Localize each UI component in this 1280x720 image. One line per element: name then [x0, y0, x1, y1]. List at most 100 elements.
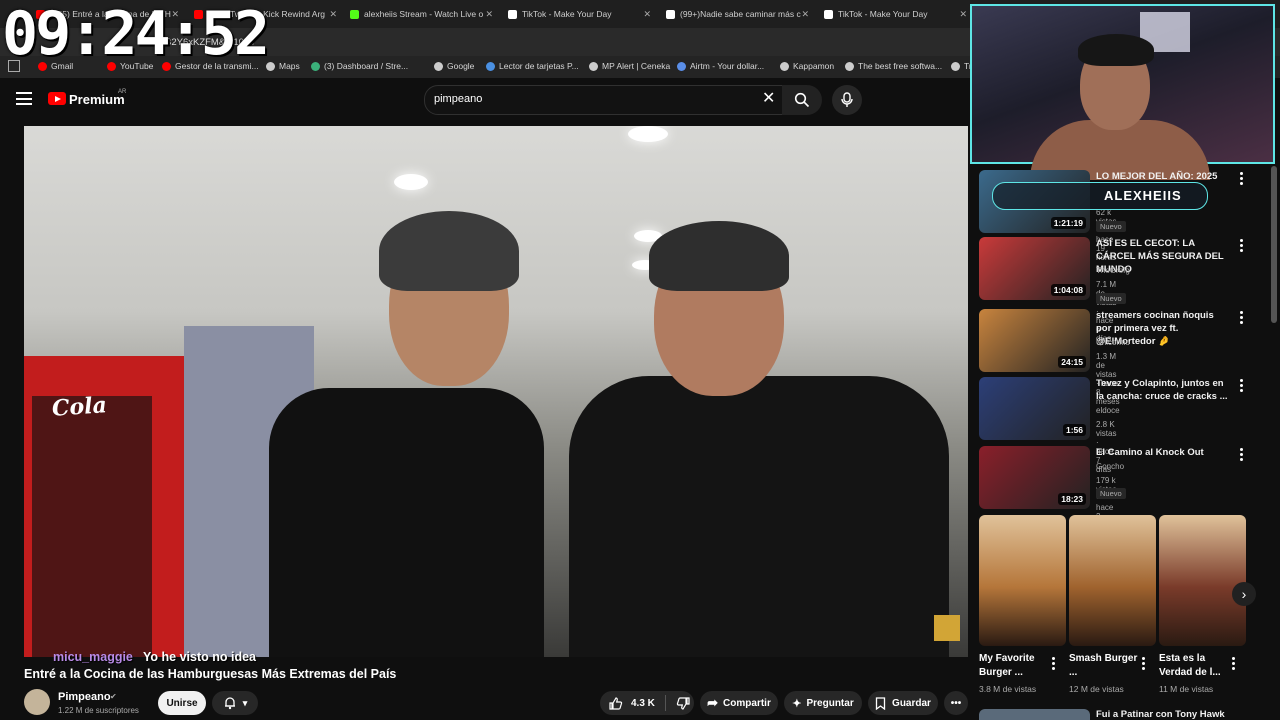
premium-logo-text[interactable]: Premium [69, 92, 125, 107]
short-title[interactable]: Smash Burger ... [1069, 652, 1139, 680]
fridge-brand-logo: Cola [51, 392, 108, 422]
chat-message: Yo he visto no idea [143, 650, 256, 664]
bookmark-item[interactable]: Lector de tarjetas P... [486, 61, 579, 71]
shorts-next-button[interactable]: › [1232, 582, 1256, 606]
youtube-logo-icon[interactable] [48, 92, 66, 105]
short-thumbnail[interactable] [1159, 515, 1246, 646]
more-vert-icon[interactable] [1240, 311, 1243, 326]
channel-name[interactable]: Pimpeano [58, 691, 111, 703]
more-vert-icon[interactable] [1240, 379, 1243, 394]
channel-name[interactable]: Unicornio [1096, 338, 1130, 347]
bookmark-favicon-icon [266, 61, 275, 71]
more-vert-icon[interactable] [1052, 657, 1055, 672]
bookmark-item[interactable]: (3) Dashboard / Stre... [311, 61, 408, 71]
thumbs-up-icon [609, 696, 623, 710]
more-vert-icon[interactable] [1240, 172, 1243, 187]
next-video-title[interactable]: Fui a Patinar con Tony Hawk [1096, 709, 1225, 720]
bookmark-item[interactable]: The best free softwa... [845, 61, 942, 71]
tab-close-icon[interactable]: ✕ [959, 9, 967, 20]
video-duration: 1:56 [1062, 424, 1086, 436]
join-button[interactable]: Unirse [158, 691, 206, 715]
notifications-button[interactable]: ▾ [212, 691, 258, 715]
short-thumbnail[interactable] [979, 515, 1066, 646]
tab-favicon-icon [508, 9, 517, 19]
hamburger-menu-icon[interactable] [16, 92, 32, 105]
channel-name[interactable]: TheGrefg [1096, 266, 1130, 275]
voice-search-button[interactable] [832, 85, 862, 115]
chevron-down-icon: ▾ [242, 697, 248, 708]
bookmark-item[interactable]: Maps [266, 61, 300, 71]
bookmark-item[interactable]: MP Alert | Ceneka [589, 61, 670, 71]
chat-username: micu_maggie [53, 650, 133, 664]
new-badge: Nuevo [1096, 221, 1126, 232]
more-vert-icon[interactable] [1232, 657, 1235, 672]
channel-name[interactable]: Goncho [1096, 462, 1124, 471]
bookmark-label: (3) Dashboard / Stre... [324, 61, 409, 71]
browser-tab[interactable]: alexheiis Stream - Watch Live o ✕ [342, 4, 497, 24]
search-button[interactable] [782, 85, 822, 115]
bookmark-item[interactable]: Airtm - Your dollar... [677, 61, 764, 71]
video-thumbnail[interactable]: 18:23 [979, 446, 1090, 509]
like-dislike-divider [664, 695, 666, 711]
bookmark-item[interactable]: Tr [951, 61, 972, 71]
tab-favicon-icon [350, 9, 359, 19]
hairnet-right [649, 221, 789, 291]
ceiling-light [394, 174, 428, 190]
bookmark-favicon-icon [434, 61, 443, 71]
bookmark-label: Airtm - Your dollar... [690, 61, 765, 71]
bookmark-favicon-icon [845, 61, 854, 71]
bookmark-label: Kappamon [793, 61, 835, 71]
video-player[interactable]: Cola [24, 126, 968, 657]
stream-sticker [934, 615, 960, 641]
country-code: AR [118, 89, 127, 95]
bookmark-item[interactable]: Google [434, 61, 474, 71]
like-button[interactable]: 4.3 K [600, 691, 694, 715]
tab-title: (99+)Nadie sabe caminar más c [680, 9, 801, 19]
video-thumbnail[interactable]: 1:56 [979, 377, 1090, 440]
share-button[interactable]: ➦ Compartir [700, 691, 778, 715]
more-vert-icon[interactable] [1240, 239, 1243, 254]
channel-avatar[interactable] [24, 689, 50, 715]
browser-tab[interactable]: TikTok - Make Your Day ✕ [500, 4, 655, 24]
tab-close-icon[interactable]: ✕ [329, 9, 337, 20]
new-badge: Nuevo [1096, 293, 1126, 304]
bookmark-favicon-icon [780, 61, 789, 71]
stream-clock-overlay: 09:24:52 [2, 0, 270, 69]
tab-close-icon[interactable]: ✕ [643, 9, 651, 20]
next-video-thumbnail[interactable] [979, 709, 1090, 720]
fridge-glass [32, 396, 152, 657]
clear-search-icon[interactable]: ✕ [762, 91, 775, 107]
short-title[interactable]: Esta es la Verdad de l... [1159, 652, 1229, 680]
sidebar-scrollbar[interactable] [1271, 166, 1277, 323]
thumbs-down-icon[interactable] [676, 696, 691, 711]
more-actions-button[interactable]: ••• [944, 691, 968, 715]
tab-title: TikTok - Make Your Day [838, 9, 928, 19]
more-vert-icon[interactable] [1142, 657, 1145, 672]
bell-icon [224, 697, 235, 710]
video-thumbnail[interactable]: 24:15 [979, 309, 1090, 372]
search-icon [794, 92, 810, 108]
video-title[interactable]: Tevez y Colapinto, juntos en la cancha: … [1096, 377, 1228, 403]
video-thumbnail[interactable]: 1:04:08 [979, 237, 1090, 300]
short-title[interactable]: My Favorite Burger ... [979, 652, 1049, 680]
channel-name[interactable]: eldoce [1096, 406, 1120, 415]
short-views: 12 M de vistas [1069, 684, 1124, 694]
bookmark-item[interactable]: Kappamon [780, 61, 834, 71]
tab-title: alexheiis Stream - Watch Live o [364, 9, 484, 19]
share-label: Compartir [723, 697, 771, 709]
tab-close-icon[interactable]: ✕ [801, 9, 809, 20]
search-query[interactable]: pimpeano [434, 93, 482, 105]
save-button[interactable]: Guardar [868, 691, 938, 715]
sparkle-icon: ✦ [792, 697, 802, 710]
browser-tab[interactable]: (99+)Nadie sabe caminar más c ✕ [658, 4, 813, 24]
streamer-name: ALEXHEIIS [1104, 188, 1182, 203]
more-vert-icon[interactable] [1240, 448, 1243, 463]
browser-tab[interactable]: TikTok - Make Your Day ✕ [816, 4, 971, 24]
short-thumbnail[interactable] [1069, 515, 1156, 646]
video-duration: 1:21:19 [1050, 217, 1086, 229]
ask-label: Preguntar [806, 697, 854, 709]
bookmark-label: Lector de tarjetas P... [499, 61, 579, 71]
video-title[interactable]: El Camino al Knock Out [1096, 446, 1228, 459]
ask-button[interactable]: ✦ Preguntar [784, 691, 862, 715]
tab-close-icon[interactable]: ✕ [485, 9, 493, 20]
